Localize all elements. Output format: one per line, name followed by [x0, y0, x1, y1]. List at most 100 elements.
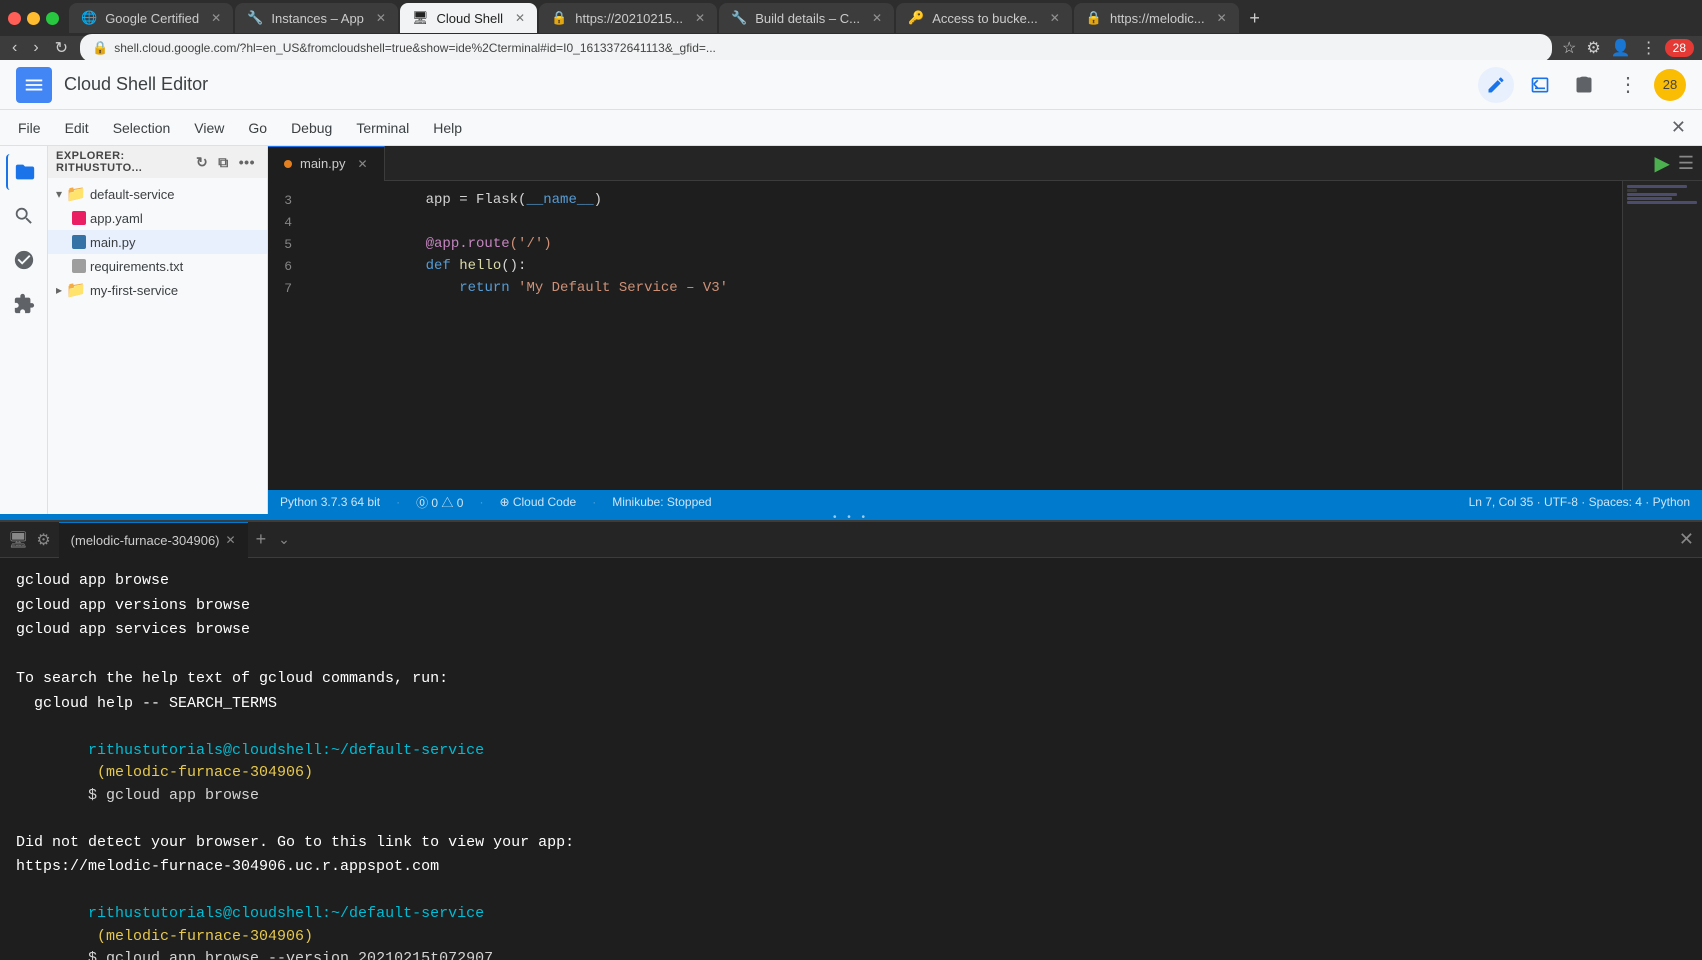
- toolbar-icons: ☆ ⚙ 👤 ⋮ 28: [1560, 36, 1694, 60]
- profile-icon[interactable]: 👤: [1609, 36, 1633, 60]
- more-icon[interactable]: ⋮: [1639, 36, 1659, 60]
- url-text: shell.cloud.google.com/?hl=en_US&fromclo…: [114, 41, 716, 55]
- menu-selection[interactable]: Selection: [103, 116, 181, 140]
- line-number: 3: [268, 193, 308, 208]
- run-button[interactable]: ▶: [1654, 151, 1669, 176]
- editor-tab-main-py[interactable]: main.py ✕: [268, 146, 385, 181]
- extensions-icon[interactable]: ⚙: [1584, 36, 1602, 60]
- file-main-py[interactable]: main.py: [48, 230, 267, 254]
- pencil-icon-btn[interactable]: [1478, 67, 1514, 103]
- code-editor: main.py ✕ ▶ ☰ 3 app = Flask(__name__): [268, 146, 1702, 514]
- extensions-icon-btn[interactable]: [6, 286, 42, 322]
- tab-close-btn[interactable]: ✕: [376, 11, 386, 25]
- tab-access-bucket[interactable]: 🔑 Access to bucke... ✕: [896, 3, 1072, 33]
- close-tab-btn[interactable]: ✕: [358, 157, 368, 171]
- user-avatar[interactable]: 28: [1654, 69, 1686, 101]
- browser-chrome: 🌐 Google Certified ✕ 🔧 Instances – App ✕…: [0, 0, 1702, 60]
- header-actions: ⋮ 28: [1478, 67, 1686, 103]
- tab-label: Instances – App: [271, 11, 364, 26]
- explorer-icon-btn[interactable]: [6, 154, 42, 190]
- refresh-explorer-btn[interactable]: ↻: [192, 152, 212, 173]
- tab-icon: 🔧: [247, 10, 263, 26]
- terminal-line: gcloud app versions browse: [16, 595, 1686, 618]
- menu-file[interactable]: File: [8, 116, 51, 140]
- tab-close-btn[interactable]: ✕: [515, 11, 525, 25]
- line-number: 6: [268, 259, 308, 274]
- file-requirements-txt[interactable]: requirements.txt: [48, 254, 267, 278]
- terminal-icon-btn[interactable]: [1522, 67, 1558, 103]
- new-tab-button[interactable]: +: [1241, 4, 1269, 32]
- file-app-yaml[interactable]: app.yaml: [48, 206, 267, 230]
- url-bar[interactable]: 🔒 shell.cloud.google.com/?hl=en_US&fromc…: [80, 34, 1552, 62]
- bookmark-icon[interactable]: ☆: [1560, 36, 1578, 60]
- more-vert-icon-btn[interactable]: ⋮: [1610, 67, 1646, 103]
- tab-label: Access to bucke...: [932, 11, 1038, 26]
- tab-icon: 🔑: [908, 10, 924, 26]
- code-content[interactable]: 3 app = Flask(__name__) 4 5 @: [268, 181, 1622, 490]
- terminal-settings-btn[interactable]: ⚙: [36, 530, 50, 550]
- tab-label: https://melodic...: [1110, 11, 1205, 26]
- tab-instances-app[interactable]: 🔧 Instances – App ✕: [235, 3, 398, 33]
- search-icon-btn[interactable]: [6, 198, 42, 234]
- menu-terminal[interactable]: Terminal: [346, 116, 419, 140]
- more-explorer-btn[interactable]: •••: [235, 152, 259, 173]
- tab-close-btn[interactable]: ✕: [211, 11, 221, 25]
- explorer-title: EXPLORER: RITHUSTUTO...: [56, 150, 188, 174]
- terminal-line: gcloud help -- SEARCH_TERMS: [16, 693, 1686, 716]
- tab-filename: main.py: [300, 156, 346, 171]
- terminal-header: 🖥 ⚙ (melodic-furnace-304906) ✕ + ⌄ ✕: [0, 522, 1702, 558]
- line-number: 7: [268, 281, 308, 296]
- terminal-tab-close-btn[interactable]: ✕: [226, 533, 236, 547]
- folder-default-service[interactable]: ▾ 📁 default-service: [48, 182, 267, 206]
- tab-cloud-shell[interactable]: 🖥 Cloud Shell ✕: [400, 3, 537, 33]
- notifications-badge[interactable]: 28: [1665, 39, 1694, 57]
- cloud-code-status: ⊕ Cloud Code: [499, 495, 576, 509]
- folder-icon: 📁: [66, 184, 86, 204]
- tab-icon: 🔧: [731, 10, 747, 26]
- tab-https-melodic[interactable]: 🔒 https://melodic... ✕: [1074, 3, 1239, 33]
- terminal-line: Did not detect your browser. Go to this …: [16, 832, 1686, 855]
- sidebar-icons: [0, 146, 48, 514]
- new-terminal-btn[interactable]: +: [256, 529, 267, 550]
- window-minimize-btn[interactable]: [27, 12, 40, 25]
- terminal-close-btn[interactable]: ✕: [1679, 529, 1694, 550]
- line-number: 5: [268, 237, 308, 252]
- copy-explorer-btn[interactable]: ⧉: [214, 152, 233, 173]
- tab-label: https://20210215...: [575, 11, 683, 26]
- tab-icon: 🔒: [551, 10, 567, 26]
- menu-view[interactable]: View: [184, 116, 234, 140]
- terminal-link-1[interactable]: https://melodic-furnace-304906.uc.r.apps…: [16, 856, 1686, 879]
- explorer-header-actions: ↻ ⧉ •••: [192, 152, 259, 173]
- window-maximize-btn[interactable]: [46, 12, 59, 25]
- menu-debug[interactable]: Debug: [281, 116, 342, 140]
- cloud-shell-logo: [16, 67, 52, 103]
- tab-close-btn[interactable]: ✕: [1050, 11, 1060, 25]
- reload-button[interactable]: ↻: [51, 38, 72, 58]
- tab-close-btn[interactable]: ✕: [695, 11, 705, 25]
- tab-https-20210215[interactable]: 🔒 https://20210215... ✕: [539, 3, 717, 33]
- breadcrumb-list-btn[interactable]: ☰: [1678, 153, 1694, 174]
- menu-help[interactable]: Help: [423, 116, 472, 140]
- editor-close-btn[interactable]: ✕: [1663, 113, 1694, 142]
- tab-label: Google Certified: [105, 11, 199, 26]
- tab-build-details[interactable]: 🔧 Build details – C... ✕: [719, 3, 894, 33]
- menu-go[interactable]: Go: [238, 116, 277, 140]
- file-label: main.py: [90, 235, 136, 250]
- minimap: [1622, 181, 1702, 490]
- folder-my-first-service[interactable]: ▸ 📁 my-first-service: [48, 278, 267, 302]
- tab-close-btn[interactable]: ✕: [872, 11, 882, 25]
- line-content: return 'My Default Service – V3': [308, 264, 728, 312]
- terminal-content[interactable]: gcloud app browse gcloud app versions br…: [0, 558, 1702, 960]
- tab-google-certified[interactable]: 🌐 Google Certified ✕: [69, 3, 233, 33]
- tab-close-btn[interactable]: ✕: [1217, 11, 1227, 25]
- window-close-btn[interactable]: [8, 12, 21, 25]
- terminal-tab-melodic[interactable]: (melodic-furnace-304906) ✕: [59, 522, 248, 558]
- forward-button[interactable]: ›: [29, 39, 42, 57]
- split-terminal-btn[interactable]: ⌄: [274, 531, 294, 548]
- file-label: app.yaml: [90, 211, 143, 226]
- menu-edit[interactable]: Edit: [55, 116, 99, 140]
- folder-label: my-first-service: [90, 283, 178, 298]
- back-button[interactable]: ‹: [8, 39, 21, 57]
- camera-icon-btn[interactable]: [1566, 67, 1602, 103]
- git-icon-btn[interactable]: [6, 242, 42, 278]
